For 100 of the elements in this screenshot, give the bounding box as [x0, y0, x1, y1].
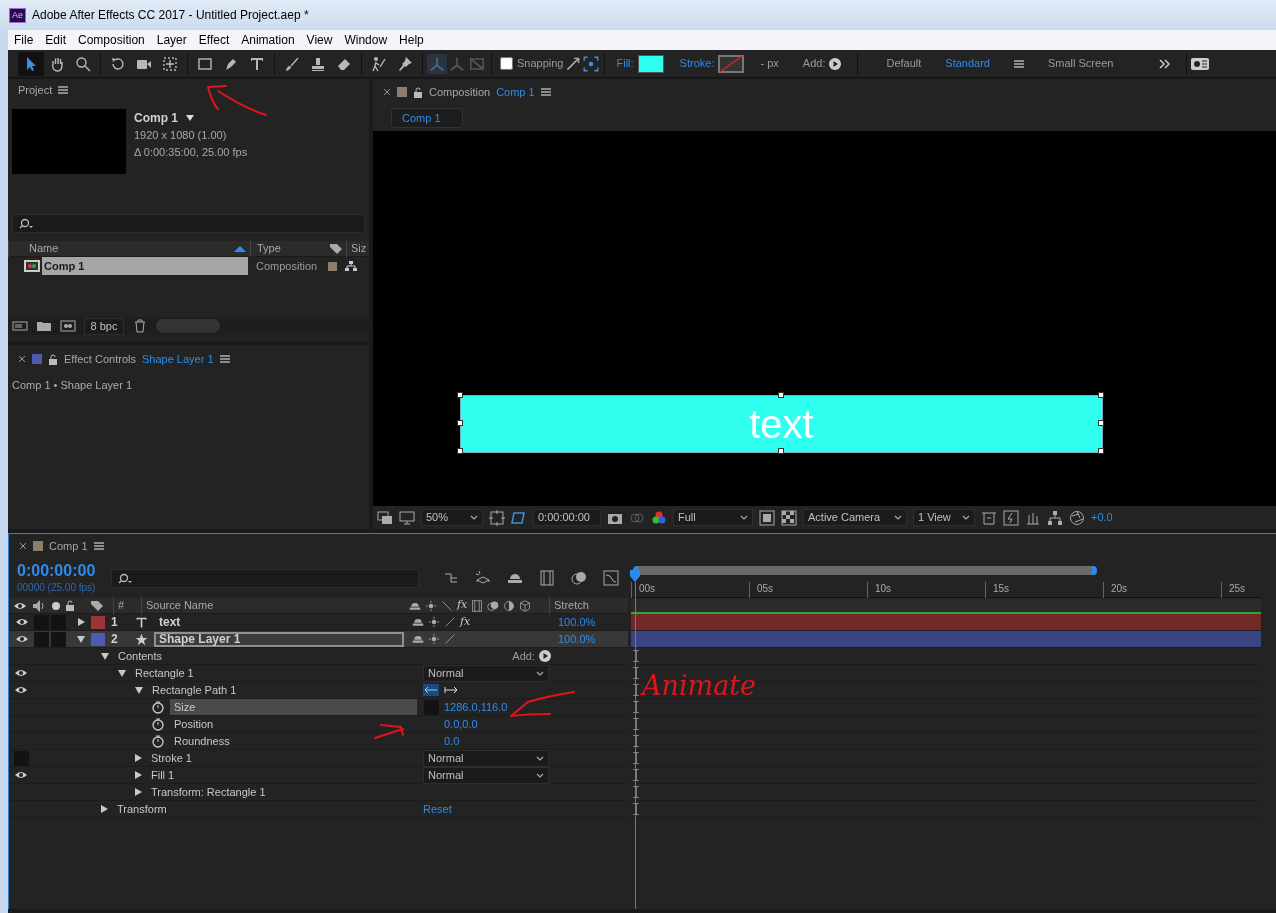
property-value[interactable]: Reset — [423, 800, 452, 818]
quality-icon[interactable] — [444, 616, 456, 628]
stopwatch-icon[interactable] — [152, 734, 164, 748]
bit-depth-button[interactable]: 8 bpc — [84, 317, 124, 335]
motion-blur-icon[interactable] — [571, 570, 588, 586]
property-name[interactable]: Position — [170, 715, 214, 733]
panel-title[interactable]: Effect Controls — [64, 350, 136, 368]
shy-icon[interactable] — [412, 616, 424, 628]
viewer-tab[interactable]: Comp 1 — [391, 107, 463, 129]
close-icon[interactable] — [19, 542, 27, 550]
trash-icon[interactable] — [132, 318, 148, 334]
close-icon[interactable] — [18, 355, 26, 363]
menu-item[interactable]: Animation — [235, 31, 301, 49]
preview-icon[interactable] — [377, 509, 393, 526]
panel-title[interactable]: Composition — [429, 83, 491, 101]
property-name[interactable]: Stroke 1 — [151, 749, 192, 767]
menu-item[interactable]: Help — [393, 31, 430, 49]
adjustment-icon[interactable] — [503, 599, 516, 612]
color-channels-icon[interactable] — [651, 509, 667, 526]
monitor-icon[interactable] — [399, 509, 415, 526]
menu-item[interactable]: Window — [338, 31, 394, 49]
twirl-arrow[interactable] — [135, 754, 142, 762]
search-icon[interactable] — [118, 572, 134, 584]
sort-arrow-icon[interactable] — [234, 245, 246, 252]
timeline-tab[interactable]: Comp 1 — [49, 537, 88, 555]
interpret-footage-icon[interactable] — [12, 318, 28, 334]
collapse-icon[interactable] — [425, 599, 437, 612]
label-color-swatch[interactable] — [91, 615, 105, 629]
toggle-pixel-icon[interactable] — [981, 509, 997, 526]
switch-box[interactable] — [51, 631, 66, 647]
close-icon[interactable] — [383, 88, 391, 96]
layer-name[interactable]: Shape Layer 1 — [154, 631, 404, 647]
selection-handle[interactable] — [457, 448, 463, 454]
menu-icon[interactable] — [58, 86, 69, 94]
property-value[interactable]: 1286.0,116.0 — [444, 698, 508, 716]
fill-swatch[interactable] — [637, 54, 664, 73]
column-header[interactable]: Source Name — [141, 597, 409, 614]
stretch-value[interactable]: 100.0% — [552, 613, 596, 631]
label-color-swatch[interactable] — [328, 261, 337, 271]
snapping-checkbox[interactable] — [500, 57, 513, 70]
motion-blur-switch-icon[interactable] — [487, 599, 500, 612]
property-name[interactable]: Contents — [118, 647, 163, 665]
selection-handle[interactable] — [777, 392, 784, 398]
safe-zones-icon[interactable] — [489, 509, 505, 526]
fast-preview-icon[interactable] — [1003, 509, 1019, 526]
graph-editor-icon[interactable] — [603, 570, 620, 586]
selection-handle[interactable] — [1098, 392, 1104, 398]
menu-item[interactable]: File — [8, 31, 40, 49]
collapse-icon[interactable] — [428, 616, 440, 628]
stopwatch-icon[interactable] — [152, 717, 164, 731]
switch-box[interactable] — [34, 614, 49, 630]
eye-icon[interactable] — [14, 684, 28, 696]
search-icon[interactable] — [19, 218, 34, 229]
frame-blending-icon[interactable] — [539, 570, 556, 586]
draft-3d-icon[interactable] — [475, 570, 492, 586]
current-time[interactable]: 0:00:00:00 — [17, 561, 96, 580]
menu-icon[interactable] — [219, 355, 230, 363]
menu-item[interactable]: Effect — [192, 31, 236, 49]
timecode-field[interactable]: 0:00:00:00 — [533, 509, 601, 526]
label-tag-icon[interactable] — [330, 243, 342, 254]
region-icon[interactable] — [759, 509, 775, 526]
column-header[interactable]: # — [113, 597, 141, 614]
selection-arrow-tool[interactable] — [18, 51, 44, 76]
play-circle-icon[interactable] — [539, 650, 551, 662]
eye-icon[interactable] — [14, 769, 28, 781]
panel-layer-name[interactable]: Shape Layer 1 — [141, 350, 214, 368]
path-direction-icon[interactable] — [423, 684, 439, 696]
layer-search-field[interactable] — [111, 568, 420, 588]
playhead-handle-icon[interactable] — [630, 570, 640, 582]
selection-handle[interactable] — [457, 392, 463, 398]
property-name[interactable]: Rectangle 1 — [135, 664, 194, 682]
menu-icon[interactable] — [540, 88, 551, 96]
menu-icon[interactable] — [93, 542, 104, 550]
transparency-grid-icon[interactable] — [781, 509, 797, 526]
camera-view-dropdown[interactable]: Active Camera — [803, 509, 907, 526]
quality-icon[interactable] — [441, 599, 453, 612]
property-name[interactable]: Roundness — [170, 732, 230, 750]
mask-path-icon[interactable] — [511, 509, 527, 526]
twirl-arrow[interactable] — [135, 686, 143, 694]
menu-item[interactable]: Layer — [150, 31, 193, 49]
eye-icon[interactable] — [15, 616, 29, 628]
menu-icon[interactable] — [1013, 59, 1024, 68]
hierarchy-icon[interactable] — [345, 261, 357, 271]
workspace-settings-icon[interactable] — [1191, 56, 1210, 71]
quality-icon[interactable] — [444, 633, 456, 645]
selection-handle[interactable] — [777, 448, 784, 454]
property-name[interactable]: Rectangle Path 1 — [152, 681, 237, 699]
twirl-arrow[interactable] — [118, 669, 126, 677]
snap-target-icon[interactable] — [581, 54, 600, 73]
selection-handle[interactable] — [1098, 448, 1104, 454]
magnification-dropdown[interactable]: 50% — [421, 509, 483, 526]
stroke-swatch[interactable] — [718, 54, 745, 73]
property-name[interactable]: Fill 1 — [151, 766, 175, 784]
property-name[interactable]: Transform: Rectangle 1 — [151, 783, 266, 801]
eye-icon[interactable] — [15, 633, 29, 645]
play-circle-icon[interactable] — [829, 57, 842, 70]
workspace-tab[interactable]: Default — [886, 55, 922, 72]
twirl-arrow[interactable] — [101, 652, 109, 660]
frame-blend-icon[interactable] — [471, 599, 484, 612]
shy-icon[interactable] — [412, 633, 424, 645]
